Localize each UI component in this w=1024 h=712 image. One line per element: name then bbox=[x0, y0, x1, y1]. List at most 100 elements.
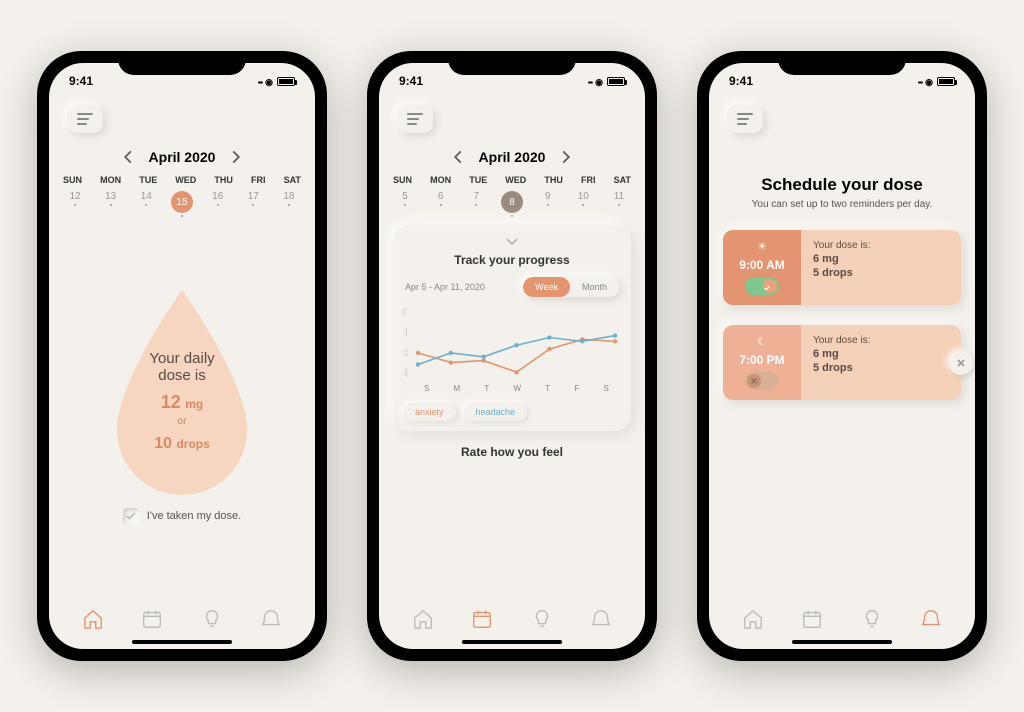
home-indicator bbox=[792, 640, 892, 644]
weekday-label: FRI bbox=[581, 175, 596, 185]
signal-icon bbox=[918, 74, 921, 88]
status-indicators bbox=[918, 74, 955, 88]
status-time: 9:41 bbox=[69, 74, 93, 88]
nav-reminders[interactable] bbox=[588, 606, 614, 632]
reminder-toggle[interactable] bbox=[745, 277, 779, 295]
weekday-label: SUN bbox=[63, 175, 82, 185]
dose-drops: 5 drops bbox=[813, 267, 949, 279]
taken-label: I've taken my dose. bbox=[147, 510, 241, 522]
weekday-row: SUN MON TUE WED THU FRI SAT bbox=[63, 175, 301, 185]
weekday-label: MON bbox=[430, 175, 451, 185]
nav-calendar[interactable] bbox=[799, 606, 825, 632]
menu-button[interactable] bbox=[397, 105, 433, 133]
nav-reminders[interactable] bbox=[918, 606, 944, 632]
weekday-label: WED bbox=[175, 175, 196, 185]
schedule-title: Schedule your dose bbox=[723, 175, 961, 195]
weekday-label: MON bbox=[100, 175, 121, 185]
date-cell[interactable]: 18 bbox=[277, 191, 301, 217]
nav-reminders[interactable] bbox=[258, 606, 284, 632]
x-tick: W bbox=[514, 384, 522, 393]
phone-frame: 9:41 April 2020 SUN MON TUE WED THU FRI bbox=[37, 51, 327, 661]
reminder-dose-panel: Your dose is:6 mg5 drops bbox=[801, 325, 961, 400]
dose-value: 6 mg bbox=[813, 253, 949, 265]
next-month-button[interactable] bbox=[559, 150, 573, 164]
weekday-label: SAT bbox=[614, 175, 631, 185]
date-cell[interactable]: 10 bbox=[571, 191, 595, 217]
date-cell[interactable]: 16 bbox=[206, 191, 230, 217]
reminder-toggle[interactable] bbox=[745, 372, 779, 390]
nav-calendar[interactable] bbox=[469, 606, 495, 632]
status-indicators bbox=[258, 74, 295, 88]
phone-frame: 9:41 Schedule your dose You can set up t… bbox=[697, 51, 987, 661]
face-neutral-icon: :| bbox=[403, 327, 408, 336]
reminder-card: ☀9:00 AM Your dose is: 6 mg 5 drops bbox=[723, 230, 961, 305]
x-tick: M bbox=[454, 384, 461, 393]
menu-button[interactable] bbox=[727, 105, 763, 133]
tag-row: anxiety headache bbox=[403, 403, 621, 421]
date-cell[interactable]: 11 bbox=[607, 191, 631, 217]
nav-home[interactable] bbox=[410, 606, 436, 632]
notch bbox=[778, 51, 906, 75]
battery-icon bbox=[277, 77, 295, 86]
dose-drops: 5 drops bbox=[813, 362, 949, 374]
weekday-label: THU bbox=[214, 175, 233, 185]
reminder-dose-panel: Your dose is: 6 mg 5 drops bbox=[801, 230, 961, 305]
month-label: April 2020 bbox=[479, 149, 546, 165]
nav-calendar[interactable] bbox=[139, 606, 165, 632]
dose-label: Your dose is: bbox=[813, 335, 949, 346]
weekday-label: TUE bbox=[469, 175, 487, 185]
taken-checkbox[interactable]: I've taken my dose. bbox=[123, 508, 241, 524]
date-cell[interactable]: 14 bbox=[134, 191, 158, 217]
weekday-label: WED bbox=[505, 175, 526, 185]
nav-tips[interactable] bbox=[529, 606, 555, 632]
menu-button[interactable] bbox=[67, 105, 103, 133]
home-indicator bbox=[132, 640, 232, 644]
dose-drops-label: drops bbox=[176, 437, 209, 451]
toggle-month[interactable]: Month bbox=[570, 277, 619, 297]
reminder-time-panel: ☾7:00 PM bbox=[723, 325, 801, 400]
nav-home[interactable] bbox=[80, 606, 106, 632]
prev-month-button[interactable] bbox=[451, 150, 465, 164]
toggle-week[interactable]: Week bbox=[523, 277, 570, 297]
status-time: 9:41 bbox=[729, 74, 753, 88]
dose-drop: Your daily dose is 12 mg or 10 drops bbox=[97, 290, 267, 500]
weekday-label: SAT bbox=[284, 175, 301, 185]
x-tick: T bbox=[545, 384, 550, 393]
reminder-time: 7:00 PM bbox=[739, 353, 784, 367]
nav-tips[interactable] bbox=[199, 606, 225, 632]
sun-icon: ☀ bbox=[757, 240, 767, 253]
dose-amount: 12 bbox=[161, 392, 181, 412]
date-cell[interactable]: 9 bbox=[536, 191, 560, 217]
date-cell[interactable]: 15 bbox=[170, 191, 194, 217]
signal-icon bbox=[588, 74, 591, 88]
x-tick: T bbox=[484, 384, 489, 393]
prev-month-button[interactable] bbox=[121, 150, 135, 164]
rate-title: Rate how you feel bbox=[393, 445, 631, 459]
notch bbox=[118, 51, 246, 75]
face-sad-icon: :( bbox=[403, 368, 408, 377]
date-cell[interactable]: 5 bbox=[393, 191, 417, 217]
delete-reminder-button[interactable] bbox=[949, 351, 973, 375]
wifi-icon bbox=[595, 74, 603, 88]
reminder-time-panel: ☀9:00 AM bbox=[723, 230, 801, 305]
date-cell[interactable]: 12 bbox=[63, 191, 87, 217]
x-tick: F bbox=[574, 384, 579, 393]
range-toggle: Week Month bbox=[523, 277, 619, 297]
tag-headache[interactable]: headache bbox=[464, 403, 528, 421]
date-cell[interactable]: 6 bbox=[429, 191, 453, 217]
status-time: 9:41 bbox=[399, 74, 423, 88]
weekday-label: THU bbox=[544, 175, 563, 185]
date-cell[interactable]: 8 bbox=[500, 191, 524, 217]
progress-title: Track your progress bbox=[403, 253, 621, 267]
date-cell[interactable]: 13 bbox=[99, 191, 123, 217]
notch bbox=[448, 51, 576, 75]
nav-tips[interactable] bbox=[859, 606, 885, 632]
date-cell[interactable]: 7 bbox=[464, 191, 488, 217]
nav-home[interactable] bbox=[740, 606, 766, 632]
dose-label: Your dose is: bbox=[813, 240, 949, 251]
collapse-button[interactable] bbox=[403, 233, 621, 251]
date-cell[interactable]: 17 bbox=[241, 191, 265, 217]
next-month-button[interactable] bbox=[229, 150, 243, 164]
tag-anxiety[interactable]: anxiety bbox=[403, 403, 456, 421]
battery-icon bbox=[937, 77, 955, 86]
